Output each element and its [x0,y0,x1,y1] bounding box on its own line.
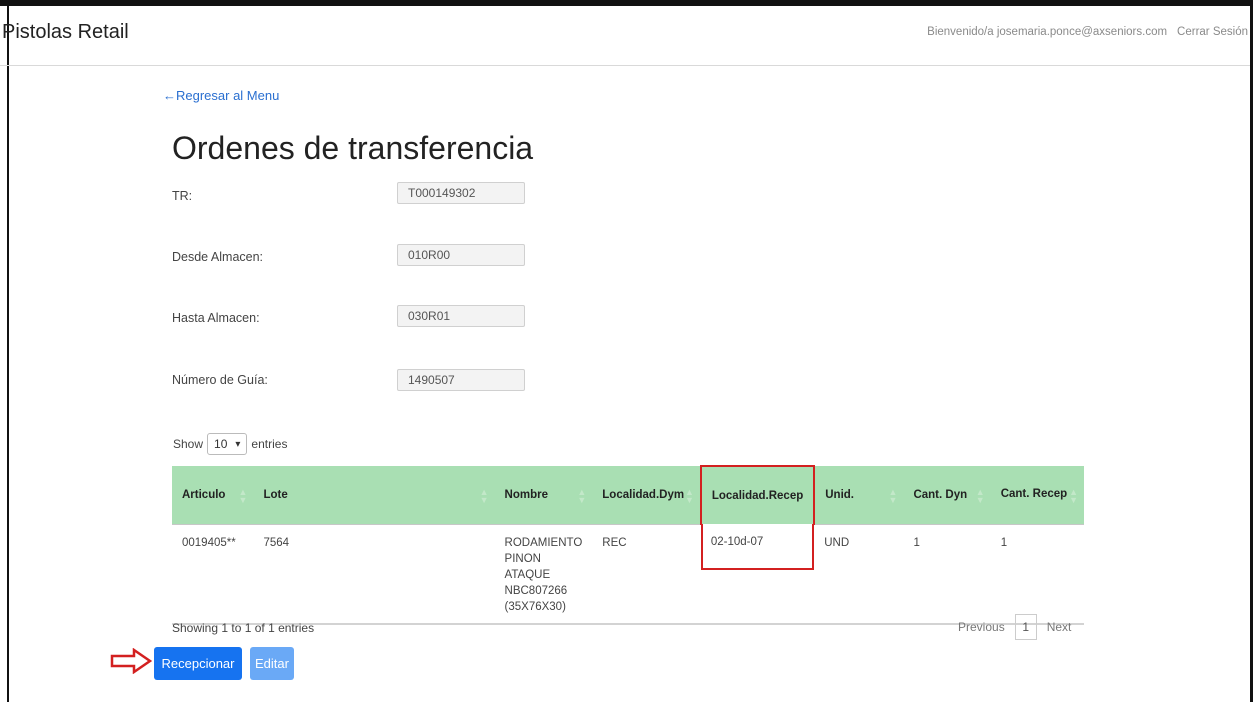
hasta-almacen-field[interactable] [397,305,525,327]
col-header-label: Localidad.Recep [711,489,804,502]
sort-icon: ▲ ▼ [684,487,694,505]
col-header-localidad-recep[interactable]: Localidad.Recep [699,465,816,524]
cell-cant-recep: 1 [1000,536,1008,549]
cell-localidad-recep: 02-10d-07 [700,524,815,624]
col-header-localidad-dym[interactable]: Localidad.Dym ▲ ▼ [592,466,701,525]
tr-label: TR: [172,189,193,203]
show-label: Show [173,437,204,451]
brand-title[interactable]: Pistolas Retail [2,21,129,44]
table-info: Showing 1 to 1 of 1 entries [172,621,315,635]
navbar: Pistolas Retail Bienvenido/a josemaria.p… [0,6,1250,66]
page-title: Ordenes de transferencia [172,130,534,166]
col-header-lote[interactable]: Lote ▲ ▼ [253,466,495,525]
desde-almacen-label: Desde Almacen: [172,250,264,264]
entries-select-value: 10 [214,437,228,451]
sort-icon: ▲ ▼ [479,487,489,505]
col-header-unid[interactable]: Unid. ▲ ▼ [814,466,904,525]
pagination: Previous 1 Next [958,614,1071,640]
col-header-label: Nombre [504,488,548,501]
sort-asc-icon: ▲ ▼ [238,487,248,505]
col-header-label: Unid. [825,488,854,501]
cell-nombre: RODAMIENTO PINON ATAQUE NBC807266 (35X76… [495,524,593,624]
cell-lote: 7564 [263,536,290,549]
table-row[interactable]: 0019405** 7564 RODAMIENTO PINON ATAQUE N… [172,524,1084,624]
sort-icon: ▲ ▼ [577,487,587,505]
col-header-label: Localidad.Dym [602,488,685,501]
arrow-right-icon [110,648,152,674]
cell-articulo: 0019405** [182,536,236,549]
next-button[interactable]: Next [1047,620,1072,634]
cell-localidad-dym: REC [602,536,627,549]
sort-icon: ▲ ▼ [1069,487,1078,505]
transfer-items-table: Articulo ▲ ▼ Lote ▲ ▼ Nombre ▲ ▼ Localidad.… [172,465,1084,625]
show-entries: Show 10 ▾ entries [173,433,287,455]
page-1-button[interactable]: 1 [1014,614,1037,640]
col-header-label: Articulo [182,488,226,501]
col-header-cant-recep[interactable]: Cant. Recep ▲ ▼ [990,466,1084,525]
chevron-down-icon: ▾ [235,438,241,450]
entries-select[interactable]: 10 ▾ [207,433,248,455]
col-header-label: Lote [263,488,288,501]
cell-unid: UND [824,536,850,549]
previous-button[interactable]: Previous [958,620,1005,634]
highlight-box: 02-10d-07 [700,524,815,570]
entries-label: entries [251,437,288,451]
numero-guia-field[interactable] [397,369,525,391]
nombre-line: NBC807266 [504,584,568,597]
user-nav: Bienvenido/a josemaria.ponce@axseniors.c… [927,26,1248,38]
tr-field[interactable] [397,182,525,204]
cell-cant-dyn: 1 [913,536,920,549]
nombre-line: PINON ATAQUE [504,552,551,581]
table-header-row: Articulo ▲ ▼ Lote ▲ ▼ Nombre ▲ ▼ Localidad.… [172,465,1084,525]
window-frame-left [7,6,9,702]
sort-icon: ▲ ▼ [888,487,898,505]
numero-guia-label: Número de Guía: [172,373,268,387]
recepcionar-button[interactable]: Recepcionar [154,647,242,680]
sort-icon: ▲ ▼ [975,487,985,505]
logout-link[interactable]: Cerrar Sesión [1177,26,1248,38]
editar-button[interactable]: Editar [250,647,294,680]
nombre-line: (35X76X30) [504,600,566,613]
desde-almacen-field[interactable] [397,244,525,266]
col-header-label: Cant. Recep [1000,488,1068,501]
col-header-articulo[interactable]: Articulo ▲ ▼ [172,466,254,525]
col-header-label: Cant. Dyn [913,488,968,501]
nombre-line: RODAMIENTO [504,536,583,549]
hasta-almacen-label: Hasta Almacen: [172,311,260,325]
localidad-recep-value: 02-10d-07 [710,536,764,548]
welcome-text: Bienvenido/a josemaria.ponce@axseniors.c… [927,26,1168,38]
col-header-cant-dyn[interactable]: Cant. Dyn ▲ ▼ [903,466,991,525]
back-to-menu-link[interactable]: ←Regresar al Menu [163,88,279,103]
col-header-nombre[interactable]: Nombre ▲ ▼ [494,466,593,525]
